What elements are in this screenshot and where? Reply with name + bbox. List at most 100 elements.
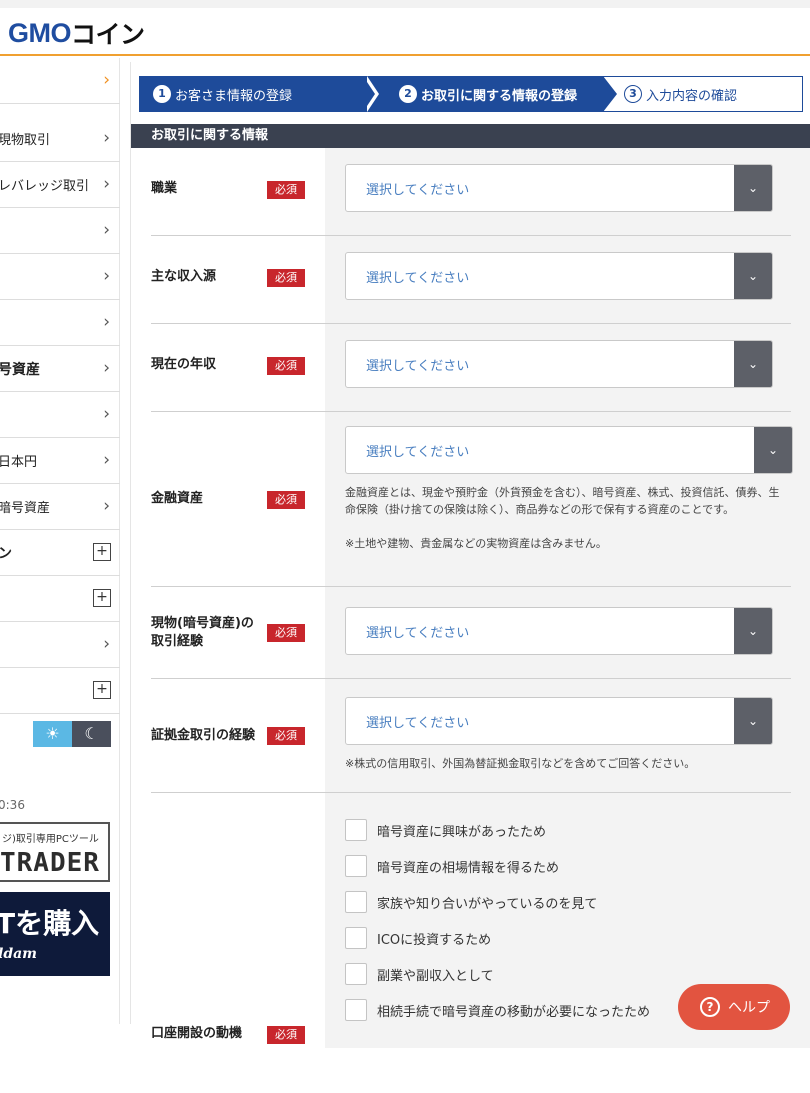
sidebar-item-5[interactable]: › (0, 300, 120, 346)
sidebar-item-label: ン (0, 545, 12, 562)
motive-checkbox[interactable]: 暗号資産の相場情報を得るため (345, 855, 559, 877)
field-label: 証拠金取引の経験 (151, 728, 256, 743)
field-label: 職業 (151, 181, 178, 196)
checkbox[interactable] (345, 927, 367, 949)
checkbox-label: ICOに投資するため (377, 932, 492, 948)
banner-title: TRADER (0, 848, 100, 878)
field-label: 現在の年収 (151, 357, 217, 372)
step-label: お客さま情報の登録 (175, 88, 293, 104)
field-label-line: 取引経験 (151, 634, 204, 649)
chevron-right-icon: › (103, 70, 110, 90)
checkbox[interactable] (345, 963, 367, 985)
logo-jp-text: コイン (71, 20, 145, 49)
chevron-down-icon[interactable]: ⌄ (754, 427, 792, 473)
chevron-down-icon[interactable]: ⌄ (734, 608, 772, 654)
required-badge: 必須 (267, 491, 305, 509)
sidebar-item-crypto[interactable]: 号資産 › (0, 346, 120, 392)
row-annual-income: 現在の年収 必須 選択してください ⌄ (131, 324, 810, 412)
field-label: 金融資産 (151, 491, 204, 506)
chevron-right-icon: › (103, 404, 110, 424)
gmo-coin-logo[interactable]: GMO コイン (8, 18, 145, 50)
chevron-right-icon: › (103, 128, 110, 148)
income-source-select[interactable]: 選択してください ⌄ (345, 252, 773, 300)
step-2: 2 お取引に関する情報の登録 (369, 76, 613, 112)
sidebar: › 現物取引 › レバレッジ取引 › › › › 号資産 › › 日本円 › 暗号資産 ›… (0, 58, 120, 1024)
chevron-right-icon: › (103, 312, 110, 332)
checkbox-label: 暗号資産の相場情報を得るため (377, 860, 560, 876)
select-placeholder: 選択してください (366, 626, 470, 641)
sun-icon[interactable]: ☀ (33, 721, 72, 747)
select-placeholder: 選択してください (366, 359, 470, 374)
motive-checkbox[interactable]: 暗号資産に興味があったため (345, 819, 546, 841)
banner-subtitle: ldam (0, 946, 37, 962)
chevron-down-icon[interactable]: ⌄ (734, 253, 772, 299)
sidebar-time: 0:36 (0, 798, 25, 812)
plus-icon: + (93, 681, 111, 699)
select-placeholder: 選択してください (366, 183, 470, 198)
step-divider (363, 76, 375, 112)
question-icon: ? (700, 997, 720, 1017)
row-margin-experience: 証拠金取引の経験 必須 選択してください ⌄ ※株式の信用取引、外国為替証拠金取… (131, 679, 810, 793)
select-placeholder: 選択してください (366, 445, 470, 460)
sidebar-item-jpy[interactable]: 日本円 › (0, 438, 120, 484)
main-content: 1 お客さま情報の登録 2 お取引に関する情報の登録 3 入力内容の確認 お取引に関す… (130, 62, 810, 1048)
sidebar-item-12[interactable]: › (0, 622, 120, 668)
occupation-select[interactable]: 選択してください ⌄ (345, 164, 773, 212)
step-number: 1 (153, 85, 171, 103)
row-motive: 口座開設の動機 必須 暗号資産に興味があったため 暗号資産の相場情報を得るため … (131, 793, 810, 1093)
step-number: 2 (399, 85, 417, 103)
motive-checkbox[interactable]: 相続手続で暗号資産の移動が必要になったため (345, 999, 650, 1021)
motive-checkbox[interactable]: 家族や知り合いがやっているのを見て (345, 891, 597, 913)
step-label: お取引に関する情報の登録 (421, 88, 578, 104)
checkbox[interactable] (345, 999, 367, 1021)
sidebar-item-label: 日本円 (0, 455, 38, 470)
sidebar-item-0[interactable]: › (0, 58, 120, 104)
checkbox-label: 副業や副収入として (377, 968, 494, 984)
annual-income-select[interactable]: 選択してください ⌄ (345, 340, 773, 388)
sidebar-item-crypto-assets[interactable]: 暗号資産 › (0, 484, 120, 530)
sidebar-item-4[interactable]: › (0, 254, 120, 300)
help-button[interactable]: ? ヘルプ (678, 984, 790, 1030)
chevron-right-icon: › (103, 450, 110, 470)
required-badge: 必須 (267, 269, 305, 287)
row-financial-assets: 金融資産 必須 選択してください ⌄ 金融資産とは、現金や預貯金（外貨預金を含む… (131, 412, 810, 587)
theme-toggle[interactable]: ☀ ☾ (33, 721, 111, 747)
checkbox-label: 暗号資産に興味があったため (377, 824, 547, 840)
moon-icon[interactable]: ☾ (72, 721, 111, 747)
checkbox[interactable] (345, 891, 367, 913)
chevron-right-icon: › (103, 220, 110, 240)
sidebar-item-label: 号資産 (0, 361, 40, 378)
sidebar-item-expand-3[interactable]: + (0, 668, 120, 714)
trader-banner[interactable]: ジ)取引専用PCツール TRADER (0, 822, 110, 882)
row-spot-experience: 現物(暗号資産)の 取引経験 必須 選択してください ⌄ (131, 587, 810, 679)
financial-assets-note-2: ※土地や建物、貴金属などの実物資産は含みません。 (345, 537, 607, 550)
motive-checkbox[interactable]: ICOに投資するため (345, 927, 491, 949)
checkbox[interactable] (345, 819, 367, 841)
field-label-line: 現物(暗号資産)の (151, 616, 254, 631)
checkbox-label: 家族や知り合いがやっているのを見て (377, 896, 598, 912)
purchase-banner[interactable]: Tを購入 ldam (0, 892, 110, 976)
spot-experience-select[interactable]: 選択してください ⌄ (345, 607, 773, 655)
financial-assets-select[interactable]: 選択してください ⌄ (345, 426, 793, 474)
sidebar-item-label: レバレッジ取引 (0, 179, 90, 194)
step-divider (603, 76, 617, 112)
chevron-down-icon[interactable]: ⌄ (734, 698, 772, 744)
row-income-source: 主な収入源 必須 選択してください ⌄ (131, 236, 810, 324)
step-1: 1 お客さま情報の登録 (139, 76, 379, 112)
motive-checkbox[interactable]: 副業や副収入として (345, 963, 494, 985)
chevron-right-icon: › (103, 174, 110, 194)
select-placeholder: 選択してください (366, 716, 470, 731)
chevron-down-icon[interactable]: ⌄ (734, 165, 772, 211)
checkbox[interactable] (345, 855, 367, 877)
sidebar-item-expand-1[interactable]: ン + (0, 530, 120, 576)
sidebar-item-leverage[interactable]: レバレッジ取引 › (0, 162, 120, 208)
sidebar-item-spot[interactable]: 現物取引 › (0, 116, 120, 162)
section-title: お取引に関する情報 (131, 124, 810, 148)
required-badge: 必須 (267, 181, 305, 199)
sidebar-item-3[interactable]: › (0, 208, 120, 254)
sidebar-item-expand-2[interactable]: + (0, 576, 120, 622)
chevron-down-icon[interactable]: ⌄ (734, 341, 772, 387)
sidebar-item-7[interactable]: › (0, 392, 120, 438)
margin-experience-select[interactable]: 選択してください ⌄ (345, 697, 773, 745)
header: GMO コイン (0, 8, 810, 56)
